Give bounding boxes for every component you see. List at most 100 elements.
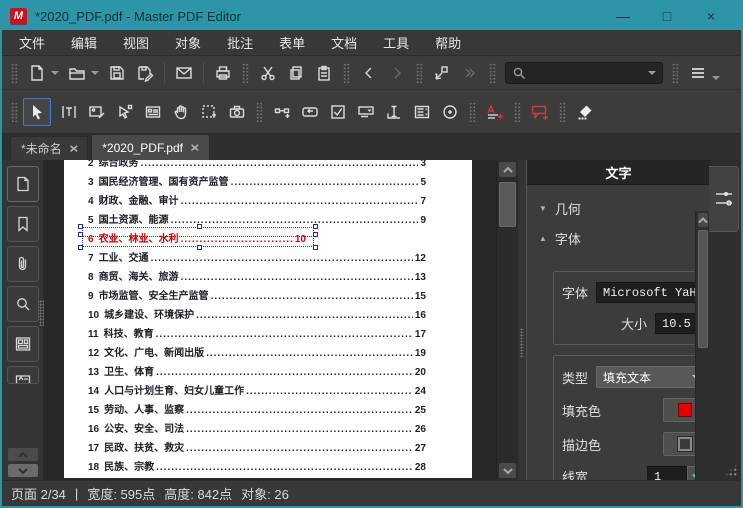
- nav-forward-button[interactable]: [383, 59, 411, 87]
- cut-button[interactable]: [254, 59, 282, 87]
- pdf-page[interactable]: 2 综合政务 3 3 国民经济管理、国有资产监管 5 4 财政、金融、审计 7: [64, 160, 472, 478]
- menu-item[interactable]: 编辑: [58, 30, 110, 55]
- save-as-button[interactable]: [131, 59, 159, 87]
- toc-row[interactable]: 8 商贸、海关、旅游 13: [88, 264, 426, 283]
- fit-selection-button[interactable]: [428, 59, 456, 87]
- listbox-tool-button[interactable]: [408, 98, 436, 126]
- toolbar-grip[interactable]: [11, 101, 18, 122]
- nav-back-button[interactable]: [355, 59, 383, 87]
- insert-link-tool-button[interactable]: [268, 98, 296, 126]
- toc-row[interactable]: 2 综合政务 3: [88, 160, 426, 169]
- send-email-button[interactable]: [170, 59, 198, 87]
- minimize-button[interactable]: —: [601, 3, 645, 29]
- scroll-down-button[interactable]: [499, 463, 516, 478]
- toc-row[interactable]: 12 文化、广电、新闻出版 19: [88, 340, 426, 359]
- main-menu-button[interactable]: [684, 59, 720, 87]
- toc-row[interactable]: 14 人口与计划生育、妇女儿童工作 24: [88, 378, 426, 397]
- font-name-field[interactable]: Microsoft YaHei: [596, 282, 707, 303]
- toc-row[interactable]: 13 卫生、体育 20: [88, 359, 426, 378]
- tab-close-icon[interactable]: ×: [190, 140, 199, 155]
- document-tab[interactable]: *2020_PDF.pdf ×: [91, 134, 210, 160]
- toolbar-grip[interactable]: [559, 101, 566, 122]
- toolbar-grip[interactable]: [514, 101, 521, 122]
- splitter-grip[interactable]: [520, 328, 524, 358]
- document-tab[interactable]: *未命名 ×: [10, 136, 89, 160]
- sidebar-bookmarks-button[interactable]: [6, 206, 39, 242]
- panel-scrollbar-thumb[interactable]: [698, 230, 708, 348]
- panel-splitter[interactable]: [518, 160, 526, 480]
- maximize-button[interactable]: □: [645, 3, 689, 29]
- toolbar-grip[interactable]: [416, 62, 423, 83]
- save-button[interactable]: [103, 59, 131, 87]
- document-canvas[interactable]: 2 综合政务 3 3 国民经济管理、国有资产监管 5 4 财政、金融、审计 7: [44, 160, 496, 480]
- font-section-header[interactable]: ▲ 字体: [539, 223, 710, 253]
- select-tool-button[interactable]: [23, 97, 51, 126]
- toolbar-grip[interactable]: [469, 101, 476, 122]
- toc-row[interactable]: 15 劳动、人事、监察 25: [88, 397, 426, 416]
- geometry-section-header[interactable]: ▼ 几何: [539, 193, 710, 223]
- document-scrollbar[interactable]: [496, 160, 518, 480]
- toc-row[interactable]: 10 城乡建设、环境保护 16: [88, 302, 426, 321]
- toc-row[interactable]: 16 公安、安全、司法 26: [88, 416, 426, 435]
- toc-row[interactable]: 17 民政、扶贫、救灾 27: [88, 435, 426, 454]
- object-properties-tool-button[interactable]: [139, 98, 167, 126]
- tab-close-icon[interactable]: ×: [69, 141, 78, 156]
- line-width-field[interactable]: 1: [647, 466, 687, 480]
- radio-button-tool-button[interactable]: [436, 98, 464, 126]
- menu-item[interactable]: 文档: [318, 30, 370, 55]
- new-document-button[interactable]: [23, 59, 59, 87]
- menu-item[interactable]: 帮助: [422, 30, 474, 55]
- open-file-button[interactable]: [63, 59, 99, 87]
- menu-item[interactable]: 对象: [162, 30, 214, 55]
- edit-image-tool-button[interactable]: [83, 98, 111, 126]
- search-input[interactable]: [530, 65, 648, 80]
- search-box[interactable]: [505, 61, 663, 84]
- menu-item[interactable]: 文件: [6, 30, 58, 55]
- add-callout-button[interactable]: [526, 98, 554, 126]
- toc-row[interactable]: 9 市场监管、安全生产监管 15: [88, 283, 426, 302]
- highlight-tool-button[interactable]: [571, 98, 599, 126]
- sidebar-attachments-button[interactable]: [6, 246, 39, 282]
- type-dropdown[interactable]: 填充文本: [596, 366, 707, 388]
- sidebar-search-button[interactable]: [6, 286, 39, 322]
- toc-row[interactable]: 5 国土资源、能源 9: [88, 207, 426, 226]
- paste-button[interactable]: [310, 59, 338, 87]
- edit-path-tool-button[interactable]: [111, 98, 139, 126]
- add-text-annotation-button[interactable]: [481, 98, 509, 126]
- toolbar-grip[interactable]: [672, 62, 679, 83]
- print-button[interactable]: [209, 59, 237, 87]
- menu-item[interactable]: 表单: [266, 30, 318, 55]
- toc-row[interactable]: 18 民族、宗教 28: [88, 454, 426, 473]
- menu-item[interactable]: 批注: [214, 30, 266, 55]
- toolbar-grip[interactable]: [242, 62, 249, 83]
- panel-scroll-up-button[interactable]: [698, 213, 708, 227]
- sidebar-scroll-down-button[interactable]: [7, 464, 38, 477]
- copy-button[interactable]: [282, 59, 310, 87]
- toc-row[interactable]: 4 财政、金融、审计 7: [88, 188, 426, 207]
- toolbar-grip[interactable]: [343, 62, 350, 83]
- combobox-tool-button[interactable]: [352, 98, 380, 126]
- select-text-tool-button[interactable]: [195, 98, 223, 126]
- snapshot-tool-button[interactable]: [223, 98, 251, 126]
- toolbar-grip[interactable]: [11, 62, 18, 83]
- checkbox-tool-button[interactable]: [324, 98, 352, 126]
- hand-tool-button[interactable]: [167, 98, 195, 126]
- push-button-tool-button[interactable]: [296, 98, 324, 126]
- toc-row[interactable]: 11 科技、教育 17: [88, 321, 426, 340]
- scroll-up-button[interactable]: [499, 162, 516, 177]
- toolbar-grip[interactable]: [256, 101, 263, 122]
- sidebar-thumbnails-button[interactable]: [6, 166, 39, 202]
- sidebar-scroll-up-button[interactable]: [7, 448, 38, 461]
- panel-toggle-tab[interactable]: [709, 166, 739, 232]
- scrollbar-thumb[interactable]: [499, 182, 516, 227]
- edit-text-tool-button[interactable]: [55, 98, 83, 126]
- panel-scrollbar[interactable]: [695, 211, 710, 480]
- panel-resize-grip[interactable]: [724, 463, 738, 477]
- sidebar-properties-button[interactable]: [6, 366, 39, 384]
- sidebar-form-fields-button[interactable]: [6, 326, 39, 362]
- close-button[interactable]: ×: [689, 3, 733, 29]
- toc-row[interactable]: 3 国民经济管理、国有资产监管 5: [88, 169, 426, 188]
- toc-row[interactable]: 7 工业、交通 12: [88, 245, 426, 264]
- toc-row[interactable]: 6 农业、林业、水利 10: [78, 224, 318, 250]
- menu-item[interactable]: 视图: [110, 30, 162, 55]
